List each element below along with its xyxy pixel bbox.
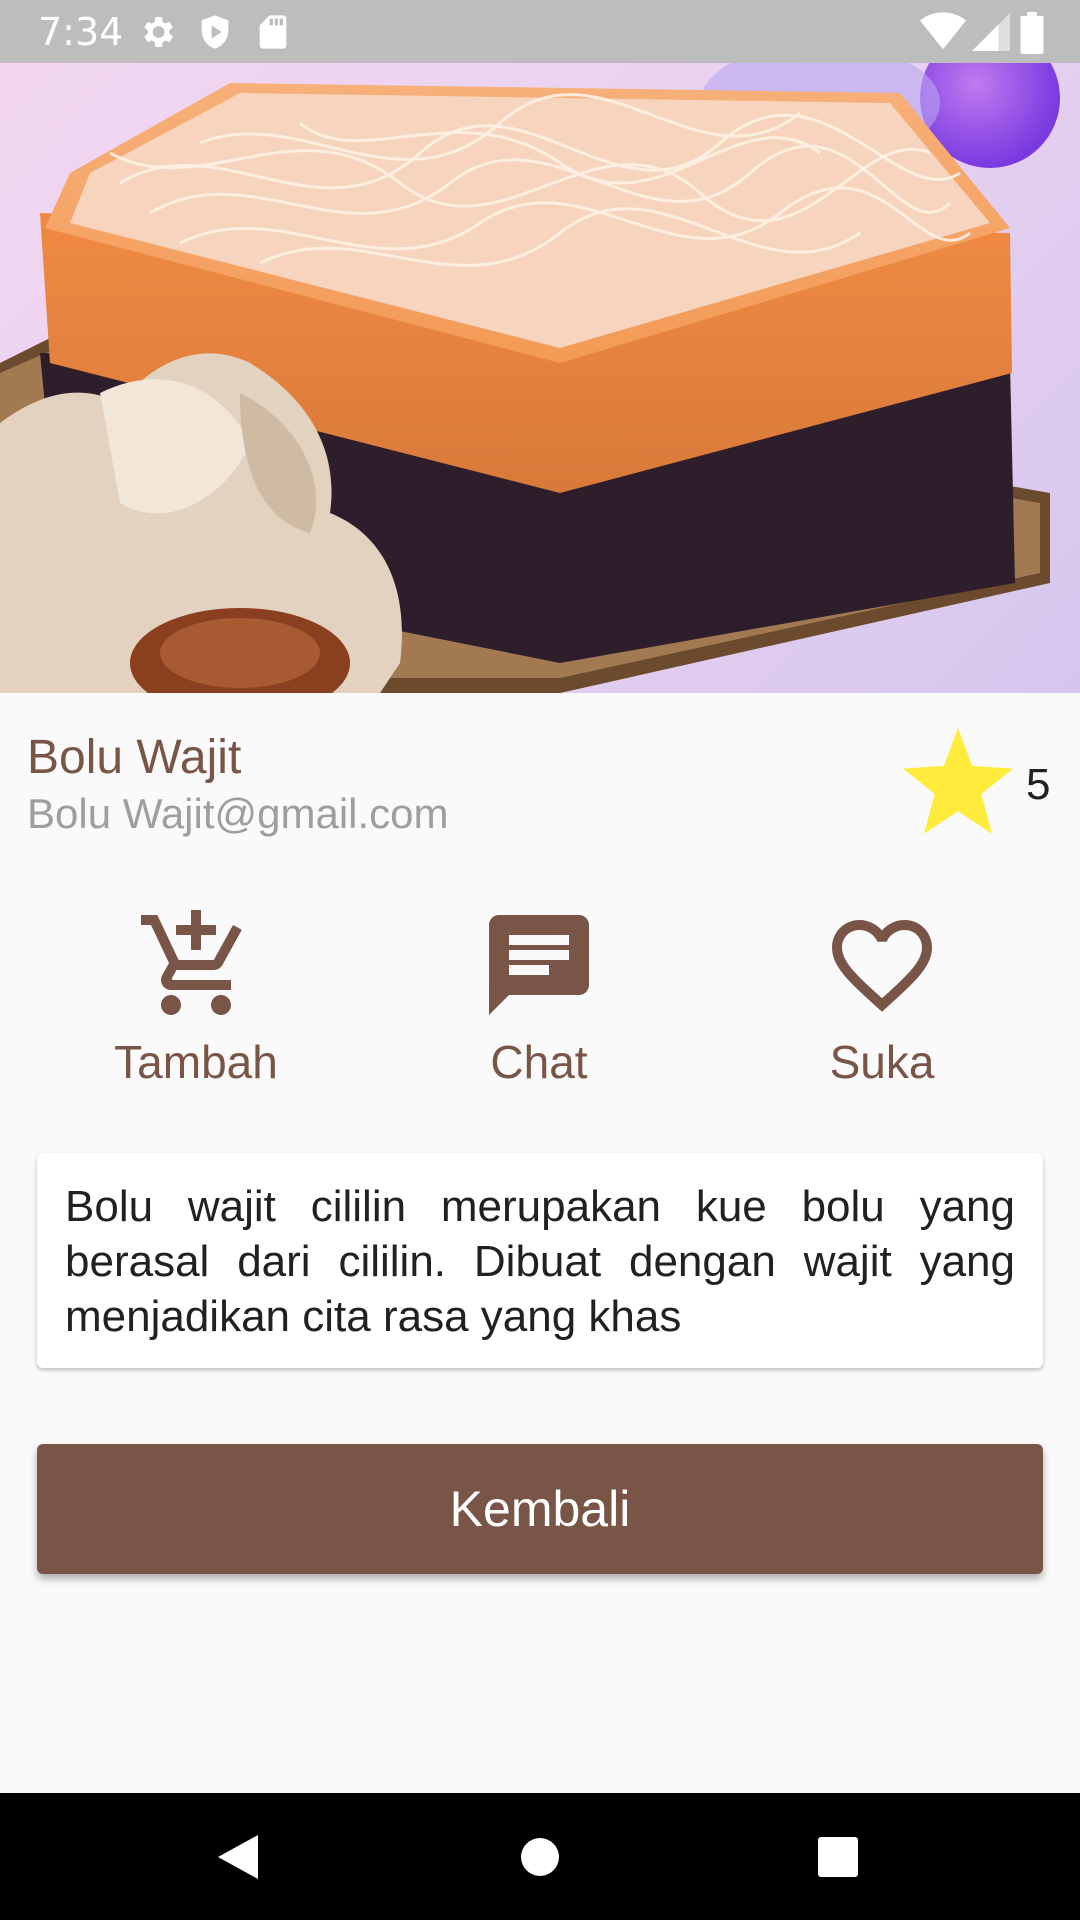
gear-icon: [144, 17, 173, 47]
rating-value: 5: [1026, 760, 1051, 809]
chat-button[interactable]: Chat: [414, 905, 664, 1105]
status-bar: 7:34: [0, 0, 1080, 63]
nav-back-button[interactable]: [170, 1793, 310, 1920]
wifi-icon: [920, 12, 966, 50]
sd-card-icon: [259, 15, 287, 49]
nav-recents-button[interactable]: [768, 1793, 908, 1920]
heart-outline-icon: [832, 920, 932, 1012]
chat-icon: [489, 915, 589, 1015]
chat-label: Chat: [490, 1036, 588, 1088]
add-to-cart-button[interactable]: Tambah: [71, 905, 321, 1105]
add-label: Tambah: [114, 1036, 278, 1088]
nav-home-button[interactable]: [470, 1793, 610, 1920]
add-shopping-cart-icon: [141, 910, 242, 1015]
description-text: Bolu wajit cililin merupakan kue bolu ya…: [65, 1182, 1015, 1341]
like-label: Suka: [829, 1036, 935, 1088]
description-card: Bolu wajit cililin merupakan kue bolu ya…: [37, 1153, 1043, 1368]
back-triangle-icon: [218, 1835, 258, 1879]
navigation-bar: [0, 1793, 1080, 1920]
like-button[interactable]: Suka: [757, 905, 1007, 1105]
battery-icon: [1020, 12, 1044, 54]
hero-image: [0, 63, 1080, 693]
product-email: Bolu Wajit@gmail.com: [27, 790, 449, 837]
star-icon: [903, 728, 1013, 834]
signal-icon: [972, 13, 1010, 51]
shield-icon: [201, 15, 229, 49]
product-name: Bolu Wajit: [27, 731, 242, 784]
back-button[interactable]: Kembali: [37, 1444, 1043, 1574]
bolu-wajit-cake-image: [0, 63, 1060, 693]
recents-square-icon: [818, 1837, 858, 1877]
home-circle-icon: [521, 1838, 559, 1876]
status-time: 7:34: [38, 10, 124, 54]
